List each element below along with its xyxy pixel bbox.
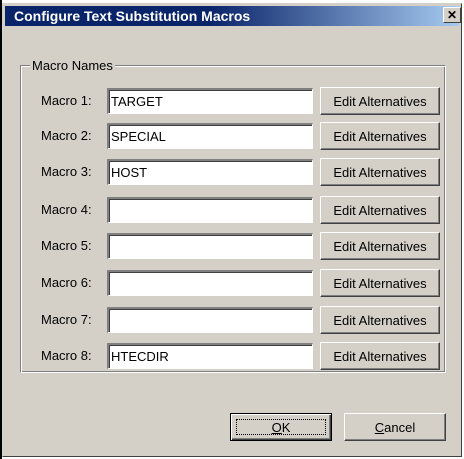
cancel-label-rest: ancel — [384, 419, 416, 435]
edit-alternatives-button-6[interactable]: Edit Alternatives — [320, 269, 440, 297]
edit-alternatives-button-1[interactable]: Edit Alternatives — [320, 87, 440, 115]
macro-label-3: Macro 3: — [41, 164, 92, 179]
macro-row-1: Macro 1: Edit Alternatives — [24, 87, 444, 118]
macro-input-4[interactable] — [107, 197, 313, 223]
ok-button-label: OK — [272, 420, 291, 435]
macro-input-3[interactable] — [107, 159, 313, 185]
macro-row-8: Macro 8: Edit Alternatives — [24, 342, 444, 373]
edit-alternatives-button-2[interactable]: Edit Alternatives — [320, 122, 440, 150]
cancel-button-label: Cancel — [375, 420, 415, 435]
macro-label-2: Macro 2: — [41, 128, 92, 143]
macro-input-2[interactable] — [107, 123, 313, 149]
macro-row-5: Macro 5: Edit Alternatives — [24, 232, 444, 263]
close-icon: ✕ — [446, 8, 458, 22]
macro-label-6: Macro 6: — [41, 275, 92, 290]
cancel-button[interactable]: Cancel — [344, 413, 446, 441]
edit-alternatives-button-3[interactable]: Edit Alternatives — [320, 158, 440, 186]
close-button[interactable]: ✕ — [443, 7, 461, 23]
macro-label-7: Macro 7: — [41, 312, 92, 327]
macro-input-8[interactable] — [107, 343, 313, 369]
edit-alternatives-button-7[interactable]: Edit Alternatives — [320, 306, 440, 334]
macro-row-4: Macro 4: Edit Alternatives — [24, 196, 444, 227]
macro-label-1: Macro 1: — [41, 93, 92, 108]
ok-button[interactable]: OK — [230, 413, 332, 441]
macro-input-1[interactable] — [107, 88, 313, 114]
macro-input-7[interactable] — [107, 307, 313, 333]
macro-input-6[interactable] — [107, 270, 313, 296]
window-title: Configure Text Substitution Macros — [14, 8, 251, 24]
macro-label-5: Macro 5: — [41, 238, 92, 253]
macro-row-6: Macro 6: Edit Alternatives — [24, 269, 444, 300]
macro-label-4: Macro 4: — [41, 202, 92, 217]
macro-row-3: Macro 3: Edit Alternatives — [24, 158, 444, 189]
edit-alternatives-button-8[interactable]: Edit Alternatives — [320, 342, 440, 370]
ok-accelerator: O — [271, 419, 282, 435]
macro-row-2: Macro 2: Edit Alternatives — [24, 122, 444, 153]
title-bar[interactable]: Configure Text Substitution Macros ✕ — [5, 6, 461, 26]
macro-label-8: Macro 8: — [41, 348, 92, 363]
macro-names-group-label: Macro Names — [30, 58, 115, 73]
macro-row-7: Macro 7: Edit Alternatives — [24, 306, 444, 337]
macro-input-5[interactable] — [107, 233, 313, 259]
edit-alternatives-button-4[interactable]: Edit Alternatives — [320, 196, 440, 224]
cancel-accelerator: C — [374, 419, 385, 435]
ok-label-rest: K — [281, 419, 291, 435]
edit-alternatives-button-5[interactable]: Edit Alternatives — [320, 232, 440, 260]
